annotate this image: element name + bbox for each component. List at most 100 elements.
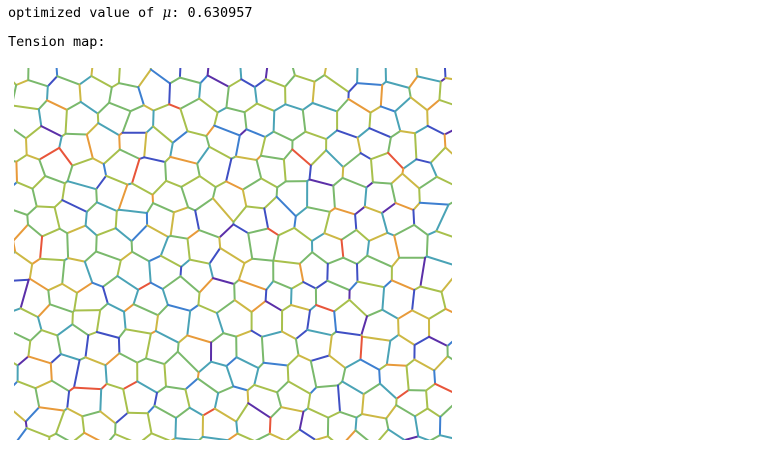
tension-edge (76, 281, 94, 294)
tension-edge (383, 279, 393, 289)
tension-edge (196, 377, 220, 394)
tension-edge (25, 137, 28, 156)
tension-edge (263, 195, 278, 210)
tension-edge (37, 108, 43, 128)
tension-edge (212, 277, 236, 285)
tension-edge (25, 427, 51, 438)
optimized-mu-output: optimized value of μ: 0.630957 (8, 5, 253, 21)
tension-edge (390, 182, 397, 204)
tension-edge (393, 234, 401, 259)
tension-edge (168, 103, 182, 110)
tension-edge (16, 181, 34, 190)
tension-edge (95, 174, 108, 191)
tension-edge (403, 435, 420, 440)
tension-edge (31, 175, 47, 190)
tension-edge (227, 78, 243, 88)
tension-edge (177, 334, 189, 344)
tension-edge (186, 334, 213, 344)
tension-map-plot (14, 68, 452, 440)
tension-edge (39, 257, 66, 262)
tension-edge (189, 304, 200, 312)
tension-edge (152, 103, 171, 112)
tension-map-label: Tension map: (8, 34, 106, 50)
tension-edge (371, 181, 393, 185)
tension-edge (81, 415, 86, 434)
tension-edge (14, 380, 19, 387)
tension-edge (394, 202, 415, 211)
tension-edge (272, 109, 276, 133)
tension-edge (81, 410, 102, 418)
tension-edge (31, 187, 38, 208)
tension-edge (40, 125, 63, 138)
tension-edge (414, 132, 418, 161)
tension-edge (243, 257, 254, 265)
tension-edge (101, 275, 119, 288)
tension-edge (241, 188, 248, 208)
tension-edge (339, 410, 358, 419)
tension-edge (211, 186, 217, 200)
tension-edge (269, 406, 283, 419)
tension-edge (118, 134, 121, 151)
tension-edge (332, 184, 336, 210)
tension-edge (415, 158, 432, 164)
tension-edge (328, 354, 347, 369)
tension-edge (426, 98, 441, 112)
tension-edge (225, 365, 235, 388)
tension-edge (119, 250, 134, 262)
tension-edge (233, 299, 253, 313)
tension-edge (117, 183, 129, 211)
tension-edge (104, 352, 121, 367)
tension-edge (27, 79, 49, 88)
tension-edge (360, 315, 368, 337)
tension-edge (275, 195, 297, 218)
tension-edge (333, 310, 338, 333)
tension-edge (79, 100, 99, 115)
tension-edge (95, 234, 98, 253)
tension-edge (58, 146, 74, 167)
tension-edge (348, 298, 368, 318)
tension-edge (327, 410, 341, 419)
tension-edge (381, 212, 389, 234)
tension-edge (198, 175, 217, 189)
tension-edge (413, 223, 429, 236)
tension-edge (263, 207, 270, 230)
tension-edge (264, 78, 287, 88)
tension-edge (354, 213, 358, 231)
tension-edge (389, 333, 400, 342)
tension-edge (166, 303, 192, 312)
tension-edge (395, 404, 416, 418)
tension-edge (259, 136, 267, 157)
tension-edge (110, 82, 120, 89)
tension-edge (293, 215, 297, 229)
tension-edge (361, 393, 365, 415)
tension-edge (328, 334, 333, 357)
tension-edge (206, 68, 210, 77)
tension-edge (368, 111, 372, 130)
tension-edge (198, 97, 219, 114)
tension-edge (272, 280, 293, 290)
tension-edge (342, 256, 358, 265)
tension-edge (332, 176, 344, 187)
tension-edge (196, 145, 211, 165)
tension-edge (179, 275, 201, 294)
tension-edge (408, 86, 412, 99)
tension-edge (366, 239, 370, 257)
tension-edge (361, 335, 392, 342)
tension-edge (217, 385, 235, 394)
tension-edge (419, 256, 427, 288)
tension-edge (235, 329, 253, 338)
tension-edge (337, 384, 341, 413)
tension-edge (202, 407, 216, 417)
tension-edge (397, 317, 400, 336)
tension-edge (27, 355, 52, 365)
tension-edge (25, 125, 43, 140)
tension-edge (201, 435, 229, 440)
tension-edge (341, 176, 368, 189)
tension-edge (265, 280, 275, 291)
tension-edge (345, 429, 357, 440)
tension-edge (176, 350, 200, 374)
tension-edge (180, 258, 191, 268)
tension-edge (123, 310, 127, 331)
tension-edge (412, 208, 416, 226)
tension-edge (341, 367, 347, 383)
